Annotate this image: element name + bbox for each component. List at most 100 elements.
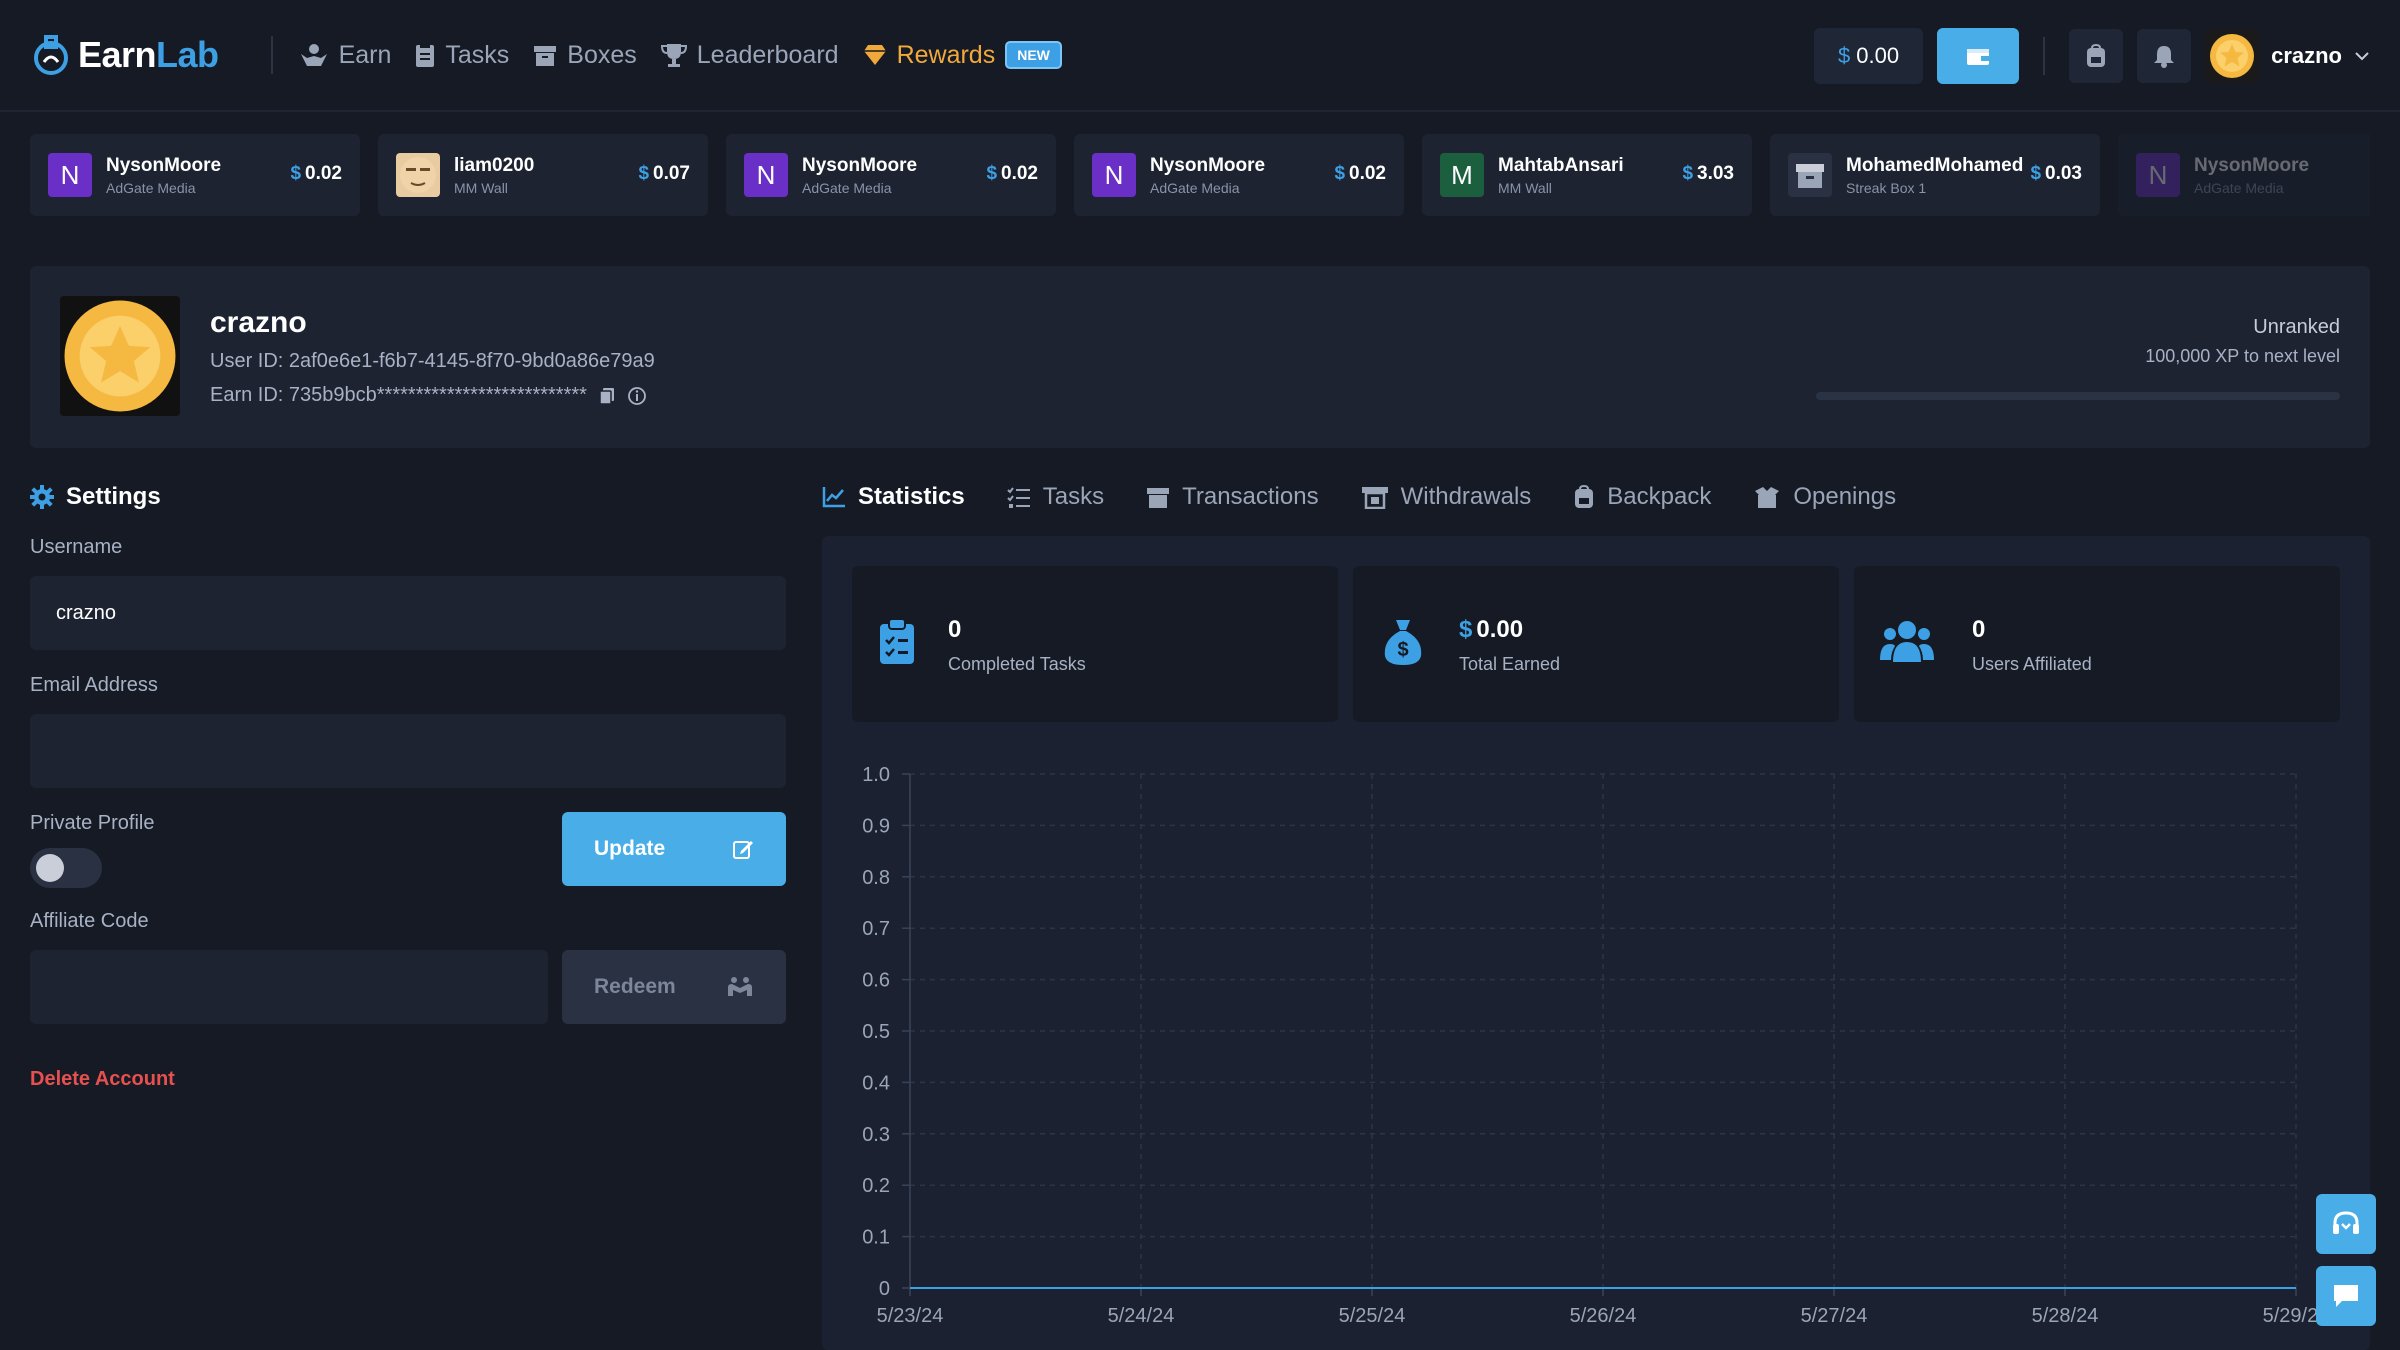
trophy-icon [660, 44, 687, 67]
xp-to-next-level: 100,000 XP to next level [2145, 346, 2340, 366]
tab-statistics[interactable]: Statistics [822, 483, 965, 511]
line-chart-icon [822, 487, 845, 508]
tab-transactions[interactable]: Transactions [1146, 483, 1319, 511]
users-affiliated-label: Users Affiliated [1972, 654, 2092, 674]
gear-icon [30, 485, 54, 509]
streak-box-icon [1796, 164, 1824, 188]
earn-id: Earn ID: 735b9bcb***********************… [210, 384, 587, 406]
wallet-button[interactable] [1937, 28, 2020, 84]
feed-username: NysonMoore [1150, 154, 1266, 176]
nav-leaderboard[interactable]: Leaderboard [660, 41, 839, 70]
tab-tasks[interactable]: Tasks [1007, 483, 1104, 511]
feed-avatar: N [1092, 153, 1136, 197]
feed-avatar: M [1440, 153, 1484, 197]
affiliate-code-field[interactable] [30, 950, 548, 1024]
email-label: Email Address [30, 674, 158, 696]
task-list-icon [1007, 487, 1030, 508]
balance-display[interactable]: $ 0.00 [1814, 28, 1924, 84]
nav-boxes[interactable]: Boxes [533, 41, 637, 70]
private-profile-toggle[interactable] [30, 848, 102, 888]
new-badge: NEW [1005, 41, 1062, 69]
x-tick-label: 5/27/24 [1801, 1305, 1868, 1327]
chat-button[interactable] [2316, 1266, 2376, 1326]
redeem-button[interactable]: Redeem [562, 950, 786, 1024]
tab-openings[interactable]: Openings [1753, 483, 1896, 511]
feed-username: NysonMoore [802, 154, 918, 176]
profile-tabs: Statistics Tasks Transactions Withdrawal… [822, 480, 1896, 514]
y-tick-label: 0.2 [862, 1175, 890, 1197]
x-tick-label: 5/28/24 [2032, 1305, 2099, 1327]
profile-avatar [60, 296, 180, 416]
user-menu[interactable]: crazno [2205, 29, 2370, 83]
y-tick-label: 0.9 [862, 815, 890, 837]
clipboard-check-icon [880, 618, 914, 664]
feed-username: MahtabAnsari [1498, 154, 1624, 176]
profile-username: crazno [210, 306, 307, 339]
stat-card-users-affiliated: 0 Users Affiliated [1854, 566, 2340, 722]
tab-backpack[interactable]: Backpack [1573, 483, 1711, 511]
notifications-button[interactable] [2137, 29, 2192, 83]
avatar [2205, 29, 2260, 83]
x-tick-label: 5/25/24 [1339, 1305, 1406, 1327]
feed-card[interactable]: liam0200 MM Wall $0.07 [378, 134, 708, 216]
feed-card[interactable]: N NysonMoore AdGate Media [2118, 134, 2370, 216]
feed-source: Streak Box 1 [1846, 179, 1927, 196]
svg-text:$: $ [1397, 639, 1408, 661]
backpack-button[interactable] [2069, 29, 2124, 83]
nav-rewards[interactable]: Rewards NEW [863, 41, 1062, 70]
y-tick-label: 0.5 [862, 1021, 890, 1043]
earnlab-logo[interactable]: EarnLab [30, 34, 219, 76]
y-tick-label: 0 [879, 1278, 890, 1300]
header-actions-divider [2043, 37, 2046, 75]
feed-avatar: N [48, 153, 92, 197]
y-tick-label: 0.8 [862, 867, 890, 889]
users-icon [1880, 621, 1934, 662]
feed-source: AdGate Media [106, 179, 196, 196]
feed-card[interactable]: MohamedMohamed Streak Box 1 $0.03 [1770, 134, 2100, 216]
money-bag-icon: $ [1384, 620, 1422, 665]
backpack-icon [1575, 485, 1594, 508]
logo-text: EarnLab [78, 34, 219, 75]
edit-icon [733, 841, 753, 859]
username-field[interactable]: crazno [30, 576, 786, 650]
feed-amount: $3.03 [1682, 163, 1734, 184]
nav-earn[interactable]: Earn [299, 41, 391, 70]
star-coin-icon [2210, 34, 2255, 78]
header-username: crazno [2271, 43, 2342, 68]
earn-id-row: Earn ID: 735b9bcb***********************… [210, 384, 647, 407]
rank-label: Unranked [2253, 316, 2340, 338]
feed-card[interactable]: M MahtabAnsari MM Wall $3.03 [1422, 134, 1752, 216]
handshake-icon [728, 977, 752, 996]
nav-tasks[interactable]: Tasks [415, 41, 509, 70]
logo-flask-icon [34, 35, 68, 75]
clipboard-icon [416, 43, 435, 67]
username-label: Username [30, 536, 123, 558]
hand-coin-icon [300, 44, 327, 66]
x-tick-label: 5/24/24 [1108, 1305, 1175, 1327]
private-profile-label: Private Profile [30, 812, 155, 834]
feed-card[interactable]: N NysonMoore AdGate Media $0.02 [1074, 134, 1404, 216]
box-icon [1147, 488, 1170, 508]
feed-username: liam0200 [454, 154, 535, 176]
feed-card[interactable]: N NysonMoore AdGate Media $0.02 [726, 134, 1056, 216]
feed-card[interactable]: N NysonMoore AdGate Media $0.02 [30, 134, 360, 216]
update-button[interactable]: Update [562, 812, 786, 886]
x-tick-label: 5/23/24 [877, 1305, 944, 1327]
settings-title: Settings [30, 480, 786, 514]
info-icon[interactable] [627, 386, 647, 406]
feed-amount: $0.02 [1334, 163, 1386, 184]
users-affiliated-value: 0 [1972, 616, 1986, 643]
support-button[interactable] [2316, 1194, 2376, 1254]
diamond-icon [863, 45, 886, 65]
header-divider [270, 36, 273, 74]
feed-source: AdGate Media [1150, 179, 1240, 196]
email-field[interactable] [30, 714, 786, 788]
copy-icon[interactable] [599, 387, 615, 405]
feed-amount: $0.02 [290, 163, 342, 184]
tab-withdrawals[interactable]: Withdrawals [1361, 483, 1531, 511]
open-box-icon [1755, 487, 1780, 508]
toggle-knob [36, 854, 64, 882]
feed-avatar: N [744, 153, 788, 197]
delete-account-link[interactable]: Delete Account [30, 1068, 175, 1091]
chat-icon [2334, 1285, 2358, 1307]
